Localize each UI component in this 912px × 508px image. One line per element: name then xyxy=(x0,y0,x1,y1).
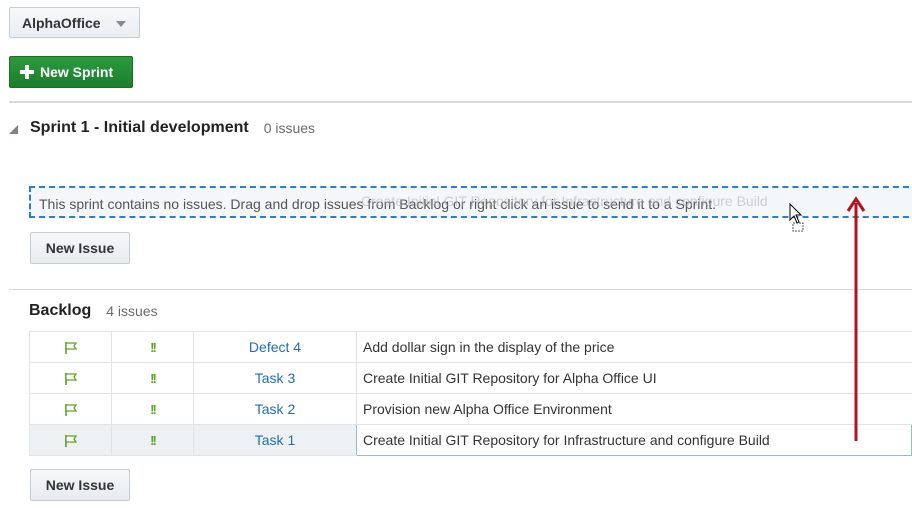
backlog-new-issue-button[interactable]: New Issue xyxy=(30,469,130,501)
flag-cell xyxy=(29,393,112,425)
flag-icon xyxy=(64,404,77,417)
divider xyxy=(9,101,912,103)
issue-key-link[interactable]: Task 3 xyxy=(193,362,357,394)
sprint-new-issue-label: New Issue xyxy=(45,240,115,256)
new-sprint-label: New Sprint xyxy=(40,64,114,80)
priority-cell: !! xyxy=(111,393,194,425)
drag-direction-arrow xyxy=(846,196,866,441)
priority-cell: !! xyxy=(111,424,194,456)
priority-icon: !! xyxy=(150,371,157,386)
table-row-selected[interactable]: !! Task 1 Create Initial GIT Repository … xyxy=(29,424,912,456)
sprint-issue-count: 0 issues xyxy=(263,120,316,136)
issue-summary[interactable]: Add dollar sign in the display of the pr… xyxy=(356,331,912,363)
flag-icon xyxy=(64,342,77,355)
backlog-header: Backlog 4 issues xyxy=(29,301,158,321)
issue-summary[interactable]: Provision new Alpha Office Environment xyxy=(356,393,912,425)
sprint-drop-zone[interactable]: This sprint contains no issues. Drag and… xyxy=(29,186,912,218)
issue-summary[interactable]: Create Initial GIT Repository for Infras… xyxy=(356,424,912,456)
flag-icon xyxy=(64,373,77,386)
table-row[interactable]: !! Defect 4 Add dollar sign in the displ… xyxy=(29,331,912,363)
table-row[interactable]: !! Task 3 Create Initial GIT Repository … xyxy=(29,362,912,394)
backlog-table: !! Defect 4 Add dollar sign in the displ… xyxy=(29,331,912,456)
priority-icon: !! xyxy=(150,402,157,417)
collapse-triangle-icon[interactable] xyxy=(9,124,18,134)
priority-cell: !! xyxy=(111,362,194,394)
flag-cell xyxy=(29,362,112,394)
priority-icon: !! xyxy=(150,340,157,355)
backlog-title: Backlog xyxy=(29,302,92,319)
issue-key-link[interactable]: Task 2 xyxy=(193,393,357,425)
sprint-new-issue-button[interactable]: New Issue xyxy=(30,232,130,264)
sprint-title: Sprint 1 - Initial development xyxy=(30,119,249,136)
sprint-header: Sprint 1 - Initial development 0 issues xyxy=(9,117,315,139)
issue-key-link[interactable]: Defect 4 xyxy=(193,331,357,363)
project-selector[interactable]: AlphaOffice xyxy=(9,7,140,38)
plus-icon xyxy=(20,65,34,79)
chevron-down-icon xyxy=(116,21,126,27)
flag-icon xyxy=(64,435,77,448)
priority-icon: !! xyxy=(150,433,157,448)
table-row[interactable]: !! Task 2 Provision new Alpha Office Env… xyxy=(29,393,912,425)
divider xyxy=(9,289,912,290)
drag-ghost-text: Create Initial GIT Repository for Infras… xyxy=(361,193,768,209)
project-name: AlphaOffice xyxy=(22,14,101,31)
issue-summary[interactable]: Create Initial GIT Repository for Alpha … xyxy=(356,362,912,394)
priority-cell: !! xyxy=(111,331,194,363)
drag-cursor-icon xyxy=(789,203,804,232)
new-sprint-button[interactable]: New Sprint xyxy=(9,56,133,88)
backlog-issue-count: 4 issues xyxy=(106,303,158,319)
flag-cell xyxy=(29,424,112,456)
issue-key-link[interactable]: Task 1 xyxy=(193,424,357,456)
backlog-new-issue-label: New Issue xyxy=(45,477,115,493)
flag-cell xyxy=(29,331,112,363)
